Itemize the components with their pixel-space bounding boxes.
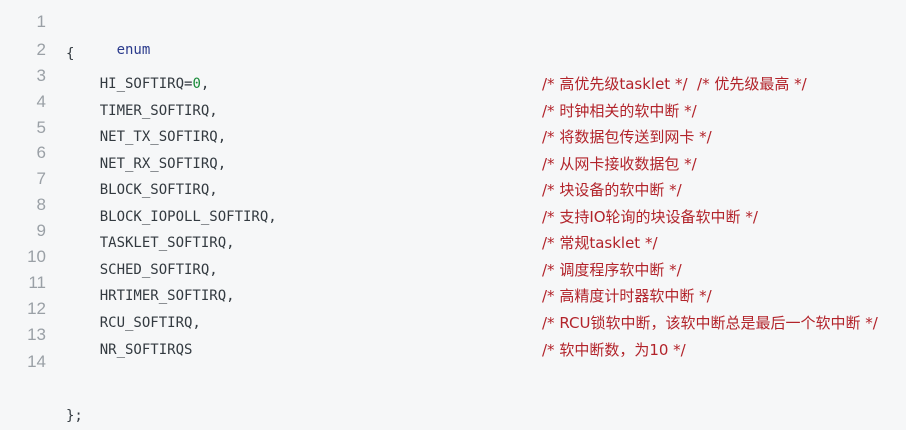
punctuation: ,	[200, 76, 210, 92]
line-number: 10	[27, 247, 46, 266]
line-number: 11	[28, 273, 46, 292]
line-number: 5	[36, 118, 46, 137]
line-number: 2	[36, 40, 46, 59]
code-line: TASKLET_SOFTIRQ,	[66, 235, 235, 251]
code-comment: /* 支持IO轮询的块设备软中断 */	[542, 208, 758, 226]
line-number: 1	[36, 12, 46, 31]
line-number: 4	[36, 92, 46, 111]
code-comment: /* 从网卡接收数据包 */	[542, 155, 697, 173]
code-line: BLOCK_SOFTIRQ,	[66, 182, 218, 198]
code-line: NR_SOFTIRQS	[66, 342, 193, 358]
code-line: SCHED_SOFTIRQ,	[66, 262, 218, 278]
line-number: 3	[36, 66, 46, 85]
code-comment: /* 调度程序软中断 */	[542, 261, 682, 279]
line-number: 12	[27, 299, 46, 318]
code-comment: /* 将数据包传送到网卡 */	[542, 128, 712, 146]
line-number: 13	[27, 325, 46, 344]
code-line: {	[66, 46, 75, 62]
code-line: HRTIMER_SOFTIRQ,	[66, 288, 235, 304]
code-comment: /* 高精度计时器软中断 */	[542, 287, 712, 305]
line-number: 9	[36, 221, 46, 240]
line-number: 7	[36, 169, 46, 188]
code-comment: /* 块设备的软中断 */	[542, 181, 682, 199]
code-line: RCU_SOFTIRQ,	[66, 315, 201, 331]
code-line: TIMER_SOFTIRQ,	[66, 103, 218, 119]
line-number: 6	[36, 143, 46, 162]
code-line: };	[66, 408, 83, 424]
code-line: NET_TX_SOFTIRQ,	[66, 129, 227, 145]
code-comment: /* 软中断数，为10 */	[542, 341, 686, 359]
enum-identifier: HI_SOFTIRQ=	[66, 76, 193, 92]
code-comment: /* 高优先级tasklet */ /* 优先级最高 */	[542, 75, 807, 93]
code-comment: /* 时钟相关的软中断 */	[542, 102, 697, 120]
code-area[interactable]: enum { HI_SOFTIRQ=0, /* 高优先级tasklet */ /…	[56, 0, 906, 430]
line-number: 8	[36, 195, 46, 214]
code-line: HI_SOFTIRQ=0,	[66, 72, 210, 96]
line-number-gutter: 1 2 3 4 5 6 7 8 9 10 11 12 13 14	[0, 0, 56, 430]
code-line: BLOCK_IOPOLL_SOFTIRQ,	[66, 209, 277, 225]
code-line: NET_RX_SOFTIRQ,	[66, 156, 227, 172]
code-comment: /* RCU锁软中断，该软中断总是最后一个软中断 */	[542, 314, 878, 332]
code-line: enum	[66, 14, 151, 58]
line-number: 14	[27, 352, 46, 371]
number-literal: 0	[192, 76, 201, 92]
keyword-enum: enum	[116, 42, 151, 58]
code-comment: /* 常规tasklet */	[542, 234, 658, 252]
code-block: 1 2 3 4 5 6 7 8 9 10 11 12 13 14 enum { …	[0, 0, 906, 430]
